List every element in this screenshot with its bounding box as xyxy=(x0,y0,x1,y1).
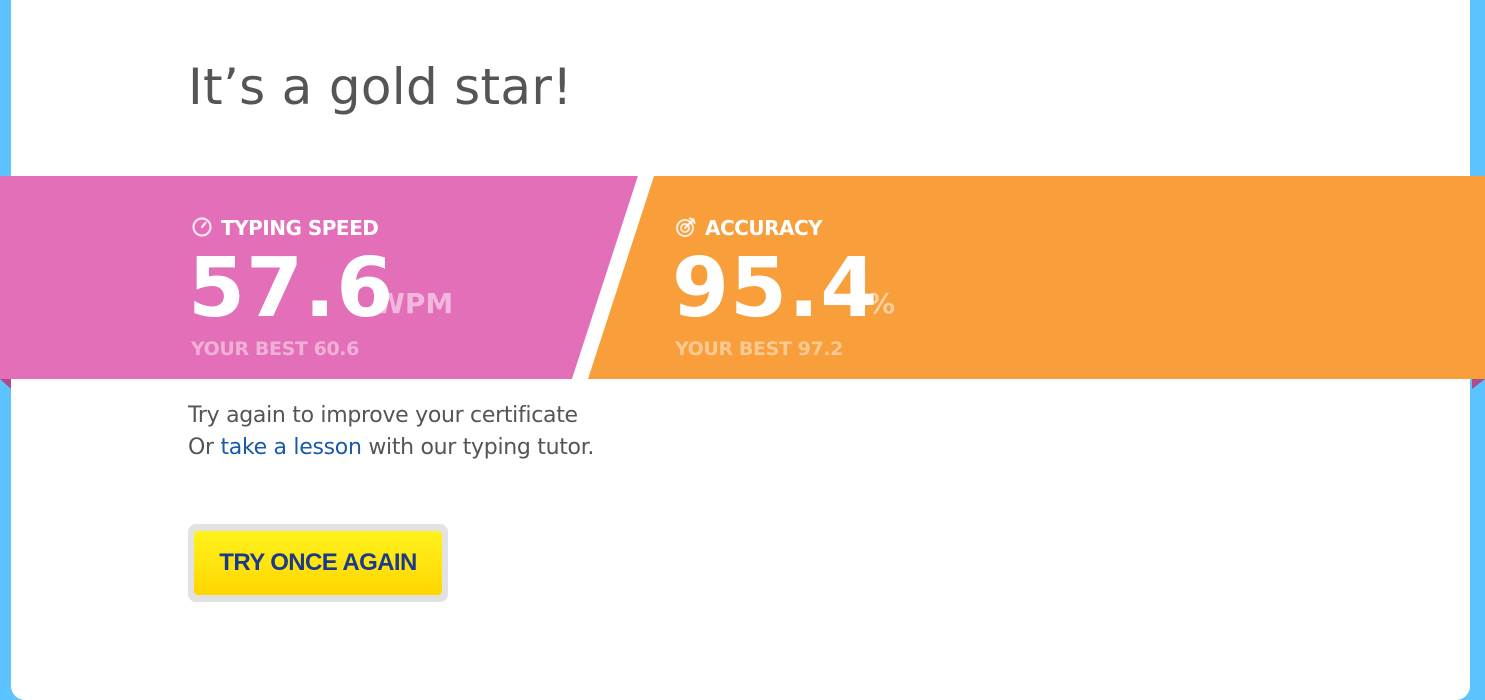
ribbon-tail-left xyxy=(0,379,11,389)
results-ribbon: TYPING SPEED 57.6 WPM YOUR BEST 60.6 ACC… xyxy=(0,176,1485,379)
message-line-2-prefix: Or xyxy=(188,435,221,460)
target-icon xyxy=(675,217,697,239)
typing-speed-label: TYPING SPEED xyxy=(221,216,379,240)
accuracy-value: 95.4 xyxy=(672,241,879,336)
typing-speed-unit: WPM xyxy=(374,287,454,320)
try-once-again-button[interactable]: TRY ONCE AGAIN xyxy=(194,531,442,595)
try-again-button-frame: TRY ONCE AGAIN xyxy=(188,524,448,602)
stopwatch-icon xyxy=(191,217,213,239)
message-line-1: Try again to improve your certificate xyxy=(188,403,578,428)
message-line-2-suffix: with our typing tutor. xyxy=(361,435,595,460)
accuracy-best: YOUR BEST 97.2 xyxy=(675,338,843,360)
ribbon-tail-right xyxy=(1472,379,1485,389)
accuracy-label: ACCURACY xyxy=(705,216,823,240)
accuracy-header: ACCURACY xyxy=(675,216,823,240)
message-line-2: Or take a lesson with our typing tutor. xyxy=(188,432,594,464)
typing-speed-best: YOUR BEST 60.6 xyxy=(191,338,359,360)
typing-speed-value: 57.6 xyxy=(188,241,395,336)
accuracy-unit: % xyxy=(867,287,896,320)
typing-speed-header: TYPING SPEED xyxy=(191,216,379,240)
result-message: Try again to improve your certificate Or… xyxy=(188,400,594,464)
page-title: It’s a gold star! xyxy=(188,58,573,116)
take-lesson-link[interactable]: take a lesson xyxy=(220,435,361,460)
